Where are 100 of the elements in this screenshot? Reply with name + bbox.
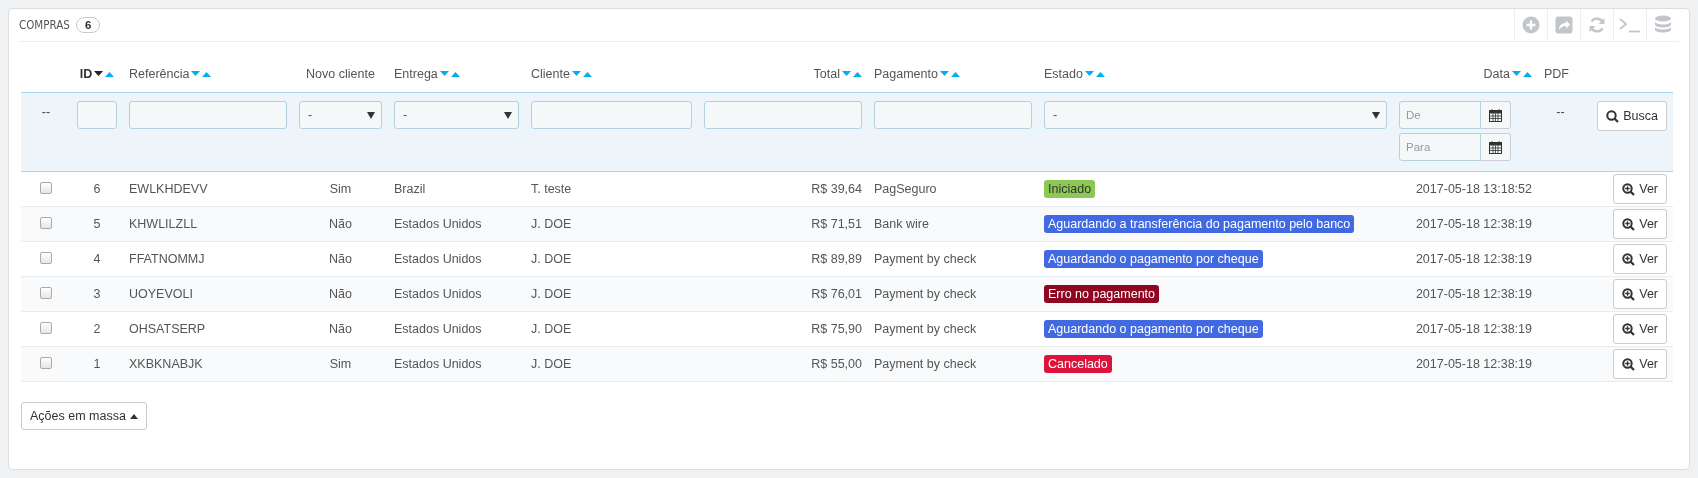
sort-ascending-icon[interactable] — [582, 70, 592, 77]
table-cell: UOYEVOLI — [129, 287, 193, 301]
table-cell: 3 — [93, 287, 101, 301]
sort-ascending-icon[interactable] — [202, 70, 212, 77]
view-button[interactable]: Ver — [1613, 209, 1667, 239]
terminal-icon[interactable] — [1619, 17, 1641, 33]
zoom-in-icon — [1622, 322, 1636, 336]
table-cell: 4 — [93, 252, 101, 266]
sort-ascending-icon[interactable] — [1523, 70, 1532, 77]
calendar-icon[interactable] — [1489, 108, 1502, 122]
filter-field[interactable] — [129, 101, 287, 129]
table-cell: R$ 39,64 — [811, 182, 862, 196]
filter-dropdown[interactable]: - — [394, 101, 519, 129]
sort-descending-icon[interactable] — [94, 70, 104, 77]
view-button[interactable]: Ver — [1613, 279, 1667, 309]
table-cell: 6 — [93, 182, 101, 196]
date-field[interactable]: De — [1399, 101, 1481, 129]
filter-dropdown[interactable]: - — [299, 101, 382, 129]
panel-title: COMPRAS — [19, 18, 70, 32]
status-label: Aguardando o pagamento por cheque — [1044, 250, 1263, 268]
status-label: Erro no pagamento — [1044, 285, 1159, 303]
table-cell: 2017-05-18 12:38:19 — [1415, 287, 1532, 301]
table-cell: Não — [329, 287, 352, 301]
row-checkbox[interactable] — [40, 181, 52, 194]
table-cell: 2017-05-18 12:38:19 — [1415, 217, 1532, 231]
search-icon — [1606, 109, 1620, 123]
table-cell: Estados Unidos — [394, 252, 482, 266]
column-header[interactable]: Cliente — [531, 66, 570, 81]
database-icon[interactable] — [1654, 15, 1672, 35]
table-cell: Estados Unidos — [394, 322, 482, 336]
table-cell: R$ 71,51 — [811, 217, 862, 231]
table-cell: Payment by check — [874, 287, 977, 301]
bulk-actions-button[interactable]: Ações em massa — [21, 402, 147, 430]
table-cell: Sim — [329, 182, 352, 196]
column-header[interactable]: Referência — [129, 66, 190, 81]
table-cell: Payment by check — [874, 322, 977, 336]
column-header: Novo cliente — [306, 66, 375, 81]
calendar-icon[interactable] — [1489, 140, 1502, 154]
status-label: Aguardando a transferência do pagamento pelo banco — [1044, 215, 1355, 233]
sort-ascending-icon[interactable] — [950, 70, 960, 77]
table-cell: J. DOE — [531, 322, 572, 336]
table-cell: XKBKNABJK — [129, 357, 203, 371]
column-header[interactable]: Data — [1483, 66, 1510, 81]
refresh-icon[interactable] — [1588, 16, 1606, 34]
zoom-in-icon — [1622, 252, 1636, 266]
table-cell: 2017-05-18 12:38:19 — [1415, 322, 1532, 336]
row-checkbox[interactable] — [40, 251, 52, 264]
search-button[interactable]: Busca — [1597, 101, 1667, 131]
table-cell: KHWLILZLL — [129, 217, 198, 231]
view-button[interactable]: Ver — [1613, 174, 1667, 204]
column-header[interactable]: ID — [79, 66, 93, 81]
row-checkbox[interactable] — [40, 321, 52, 334]
table-cell: Bank wire — [874, 217, 929, 231]
row-checkbox[interactable] — [40, 356, 52, 369]
date-field[interactable]: Para — [1399, 133, 1481, 161]
table-cell: J. DOE — [531, 252, 572, 266]
table-cell: Payment by check — [874, 357, 977, 371]
share-icon[interactable] — [1555, 16, 1573, 34]
sort-ascending-icon[interactable] — [1095, 70, 1105, 77]
caret-icon — [367, 111, 375, 119]
view-button[interactable]: Ver — [1613, 314, 1667, 344]
table-cell: Não — [329, 252, 352, 266]
filter-field[interactable] — [704, 101, 862, 129]
view-button[interactable]: Ver — [1613, 349, 1667, 379]
caret-icon — [1372, 111, 1380, 119]
empty-filter: -- — [40, 104, 52, 119]
column-header[interactable]: Total — [813, 66, 840, 81]
table-cell: Estados Unidos — [394, 217, 482, 231]
column-header[interactable]: Entrega — [394, 66, 438, 81]
zoom-in-icon — [1622, 287, 1636, 301]
add-icon[interactable] — [1522, 16, 1540, 34]
status-label: Aguardando o pagamento por cheque — [1044, 320, 1263, 338]
table-cell: 2 — [93, 322, 101, 336]
empty-filter: -- — [1555, 104, 1566, 119]
table-cell: FFATNOMMJ — [129, 252, 205, 266]
table-cell: Brazil — [394, 182, 426, 196]
table-cell: R$ 89,89 — [811, 252, 862, 266]
filter-field[interactable] — [77, 101, 117, 129]
table-cell: Sim — [329, 357, 352, 371]
table-cell: J. DOE — [531, 357, 572, 371]
zoom-in-icon — [1622, 357, 1636, 371]
sort-ascending-icon[interactable] — [853, 70, 862, 77]
filter-field[interactable] — [874, 101, 1032, 129]
zoom-in-icon — [1622, 217, 1636, 231]
table-cell: J. DOE — [531, 217, 572, 231]
row-checkbox[interactable] — [40, 286, 52, 299]
caret-icon — [129, 413, 138, 419]
column-header: PDF — [1544, 66, 1569, 81]
row-checkbox[interactable] — [40, 216, 52, 229]
view-button[interactable]: Ver — [1613, 244, 1667, 274]
table-cell: R$ 75,90 — [811, 322, 862, 336]
caret-icon — [504, 111, 512, 119]
filter-dropdown[interactable]: - — [1044, 101, 1387, 129]
column-header[interactable]: Pagamento — [874, 66, 938, 81]
table-cell: OHSATSERP — [129, 322, 206, 336]
filter-field[interactable] — [531, 101, 692, 129]
sort-ascending-icon[interactable] — [450, 70, 460, 77]
status-label: Iniciado — [1044, 180, 1096, 198]
column-header[interactable]: Estado — [1044, 66, 1083, 81]
table-cell: 5 — [93, 217, 101, 231]
